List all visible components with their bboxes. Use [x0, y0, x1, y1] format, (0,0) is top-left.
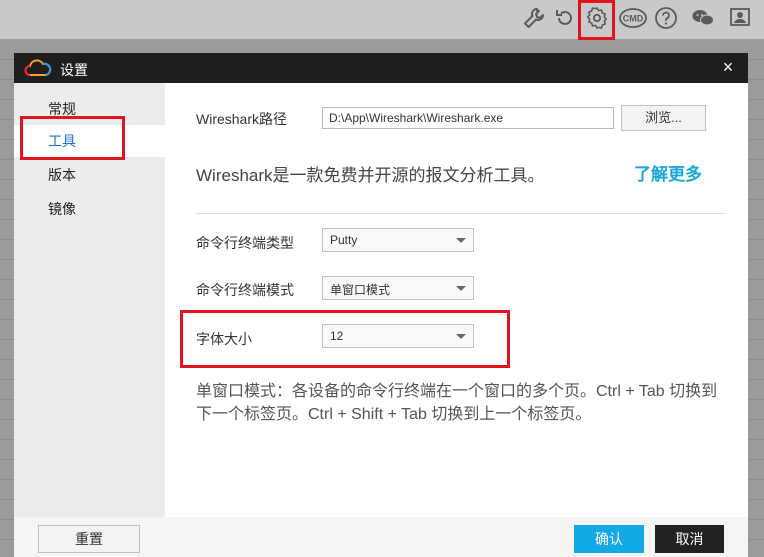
background-grid-left: [0, 40, 14, 557]
settings-highlight-box: [578, 0, 615, 40]
wireshark-path-input[interactable]: [322, 107, 614, 129]
wireshark-description: Wireshark是一款免费并开源的报文分析工具。: [196, 166, 545, 185]
app-toolbar: [0, 0, 764, 40]
close-icon[interactable]: ×: [718, 57, 738, 77]
chevron-down-icon: [456, 238, 466, 243]
wireshark-path-label: Wireshark路径: [196, 111, 288, 127]
terminal-mode-value: 单窗口模式: [330, 283, 391, 297]
confirm-button[interactable]: 确认: [574, 525, 644, 553]
browse-button[interactable]: 浏览...: [621, 105, 706, 131]
reset-button[interactable]: 重置: [38, 525, 140, 553]
chevron-down-icon: [456, 286, 466, 291]
refresh-icon[interactable]: [551, 4, 579, 32]
dialog-title: 设置: [60, 62, 88, 78]
sidebar-item-version[interactable]: 版本: [14, 159, 165, 191]
terminal-mode-note: 单窗口模式：各设备的命令行终端在一个窗口的多个页。Ctrl + Tab 切换到下…: [196, 383, 718, 423]
terminal-type-value: Putty: [330, 233, 358, 247]
user-icon[interactable]: [726, 4, 754, 32]
divider: [196, 213, 726, 214]
terminal-type-label: 命令行终端类型: [196, 235, 294, 251]
terminal-mode-select[interactable]: 单窗口模式: [322, 276, 474, 300]
tools-highlight-box: [20, 116, 125, 160]
tools-panel: [165, 83, 748, 517]
terminal-mode-label: 命令行终端模式: [196, 282, 294, 298]
cancel-button[interactable]: 取消: [655, 525, 724, 553]
learn-more-link[interactable]: 了解更多: [634, 160, 702, 185]
help-icon[interactable]: [652, 4, 680, 32]
sidebar-item-label: 版本: [48, 167, 76, 183]
cmd-icon-label: CMD: [623, 14, 644, 24]
cmd-icon[interactable]: CMD: [618, 4, 648, 32]
wrench-icon[interactable]: [520, 4, 548, 32]
settings-dialog: 设置 × 常规 工具 版本 镜像 Wireshark路径 浏览... Wires…: [14, 53, 748, 557]
cloud-logo-icon: [24, 59, 52, 76]
wechat-icon[interactable]: [689, 4, 717, 32]
sidebar-item-label: 镜像: [48, 201, 76, 217]
sidebar-item-label: 常规: [48, 101, 76, 117]
dialog-titlebar: 设置 ×: [14, 53, 748, 83]
font-size-highlight-box: [180, 310, 510, 368]
terminal-type-select[interactable]: Putty: [322, 228, 474, 252]
sidebar-item-mirror[interactable]: 镜像: [14, 193, 165, 225]
background-grid-right: [748, 40, 764, 557]
